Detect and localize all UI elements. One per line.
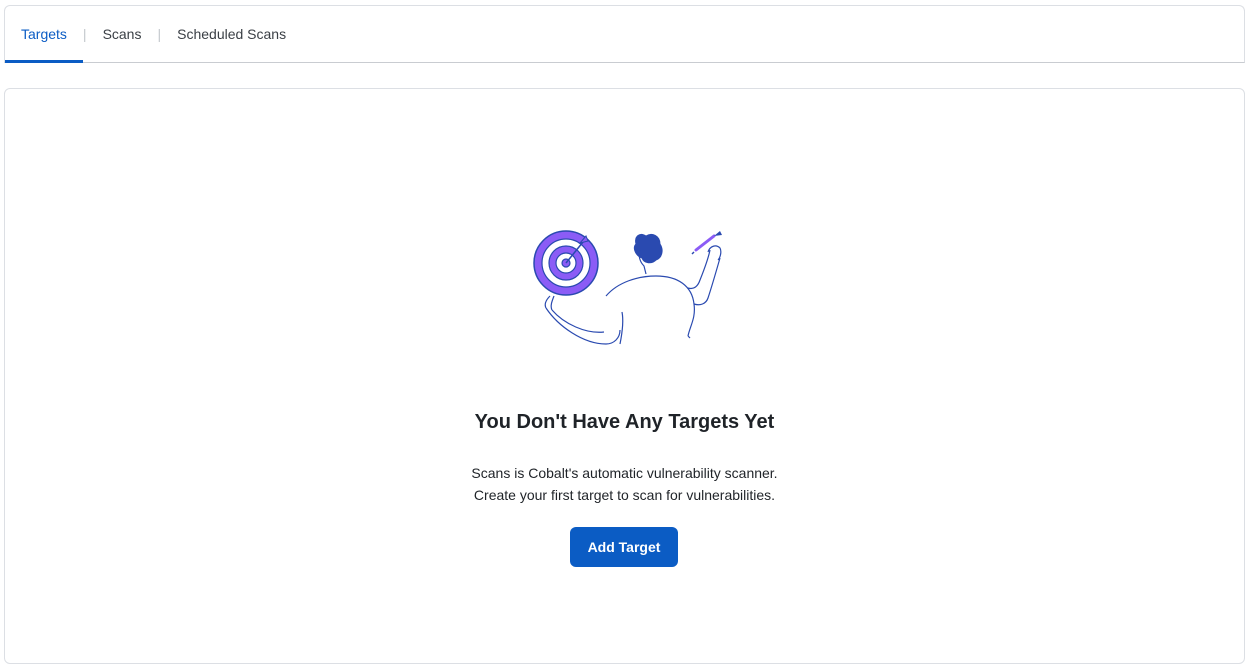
empty-state-description-line: Create your first target to scan for vul… <box>473 487 776 503</box>
tab-scans-label: Scans <box>102 26 142 42</box>
empty-state-description-line: Scans is Cobalt's automatic vulnerabilit… <box>471 465 778 481</box>
dartboard-icon <box>533 230 599 296</box>
empty-state-panel: You Don't Have Any Targets Yet Scans is … <box>4 88 1245 664</box>
tab-targets-label: Targets <box>21 26 67 42</box>
empty-state-title: You Don't Have Any Targets Yet <box>474 411 775 433</box>
tab-targets[interactable]: Targets <box>5 6 83 63</box>
tab-bar: Targets | Scans | Scheduled Scans <box>4 5 1245 63</box>
person-with-dartboard-illustration <box>528 226 728 348</box>
tab-scheduled-scans-label: Scheduled Scans <box>177 26 287 42</box>
empty-state-description: Scans is Cobalt's automatic vulnerabilit… <box>5 462 1244 506</box>
tab-scheduled-scans[interactable]: Scheduled Scans <box>161 6 302 62</box>
add-target-button[interactable]: Add Target <box>570 527 678 567</box>
tab-scans[interactable]: Scans <box>87 6 158 62</box>
